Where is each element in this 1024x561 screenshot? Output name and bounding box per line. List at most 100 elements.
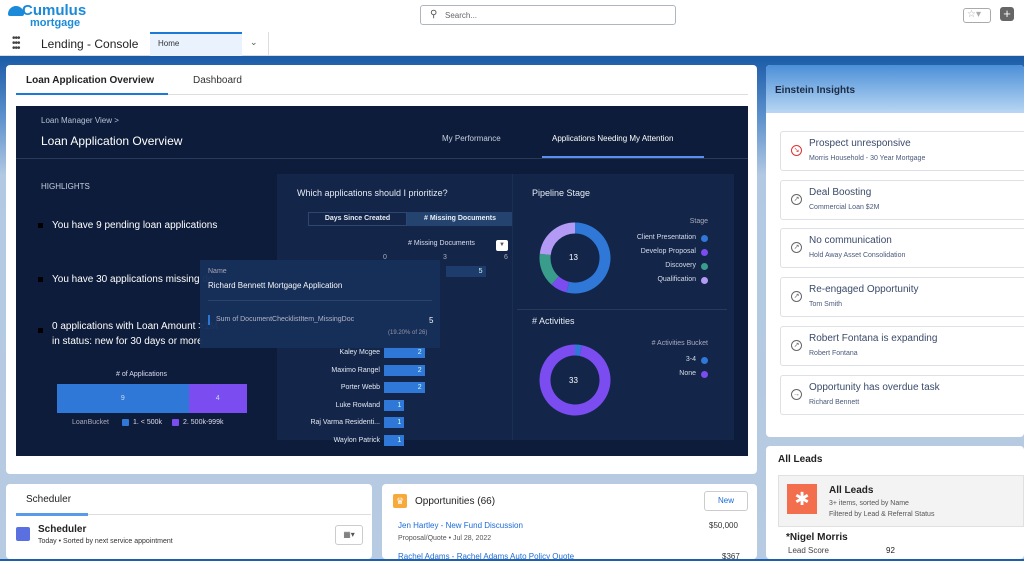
bar[interactable]: 2 [384,347,425,358]
einstein-header: Einstein Insights [766,65,1024,113]
donut-slice[interactable] [574,344,582,356]
bar-label: Maximo Rangel [331,366,380,374]
lead-icon: ✱ [787,484,817,514]
tab-my-performance[interactable]: My Performance [442,134,501,143]
view-dropdown-button[interactable]: ▦▾ [335,525,363,545]
insight-item[interactable]: ↗ No communication Hold Away Asset Consoli… [780,228,1024,269]
tooltip-name: Richard Bennett Mortgage Application [208,281,343,290]
opportunity-link[interactable]: Jen Hartley - New Fund Discussion [398,521,523,530]
legend-item[interactable]: Develop Proposal [641,248,696,255]
legend-swatch [701,357,708,364]
divider [208,300,432,301]
scheduler-subtitle: Today • Sorted by next service appointme… [38,538,173,545]
list-view-tile[interactable]: ✱ All Leads 3+ items, sorted by Name Fil… [778,475,1024,527]
highlight-item: You have 9 pending loan applications [52,220,218,231]
tab-applications-needing-attention[interactable]: Applications Needing My Attention [552,134,673,143]
legend-item[interactable]: 2. 500k-999k [183,419,223,426]
tab-home[interactable]: Home [150,32,242,56]
brand-logo[interactable]: Cumulus mortgage [8,2,88,30]
bar[interactable]: 1 [384,417,405,428]
insight-item[interactable]: ↘ Prospect unresponsive Morris Household -… [780,131,1024,171]
divider [16,158,748,159]
global-header: Cumulus mortgage ⚲ Search... ☆▾ + [0,0,1024,32]
lead-score-value: 92 [886,546,895,555]
bar[interactable]: 5 [446,266,486,277]
tooltip-percent: (19.20% of 26) [388,330,428,336]
legend-item[interactable]: Qualification [657,276,696,283]
einstein-insights-card: Einstein Insights ↘ Prospect unresponsive… [766,65,1024,437]
dashboard-panel: Loan Manager View > Loan Application Ove… [16,106,748,456]
calendar-icon [16,527,30,541]
legend-item[interactable]: None [679,370,696,377]
bar[interactable]: 1 [384,434,405,446]
highlight-item: You have 30 applications missing do [52,274,214,285]
main-card: Loan Application Overview Dashboard Loan… [6,65,757,474]
sort-dropdown-button[interactable]: ▼ [496,240,508,251]
opportunity-link[interactable]: Rachel Adams - Rachel Adams Auto Policy … [398,552,574,561]
donut-slice[interactable] [539,253,560,285]
stacked-bar-segment[interactable]: 9 [57,384,189,413]
divider [517,309,727,310]
chart-title: Which applications should I prioritize? [297,188,448,198]
app-launcher-icon[interactable]: ••• ••• ••• [12,34,20,54]
stacked-bar-segment[interactable]: 4 [188,384,247,413]
insight-subtitle: Commercial Loan $2M [809,203,880,211]
donut-slice[interactable] [539,222,576,256]
insight-subtitle: Morris Household - 30 Year Mortgage [809,155,926,162]
app-name: Lending - Console [41,37,139,51]
legend-title: # Activities Bucket [651,340,708,347]
divider [168,94,748,95]
legend-swatch [701,371,708,378]
active-tab-indicator [16,93,168,95]
arrow-right-icon: → [791,388,802,400]
legend-item[interactable]: Client Presentation [637,234,696,241]
insight-item[interactable]: → Opportunity has overdue task Richard Ben… [780,374,1024,415]
brand-subname: mortgage [30,17,81,29]
trend-up-icon: ↗ [791,291,802,303]
divider [268,32,269,56]
legend-swatch [172,419,179,426]
search-placeholder: Search... [445,11,478,20]
insight-item[interactable]: ↗ Deal Boosting Commercial Loan $2M [780,179,1024,220]
insight-item[interactable]: ↗ Robert Fontana is expanding Robert Fonta… [780,325,1024,366]
bullet [38,223,43,228]
chevron-down-icon[interactable]: ⌄ [250,37,258,48]
trend-up-icon: ↗ [791,339,802,351]
legend-item[interactable]: Discovery [665,262,696,269]
tab-dashboard[interactable]: Dashboard [193,75,242,86]
bar-label: Raj Varma Residenti... [310,419,380,426]
axis-tick: 3 [443,254,447,261]
insight-title: Re-engaged Opportunity [809,284,919,296]
legend-item[interactable]: 3-4 [686,356,696,363]
trend-up-icon: ↗ [791,193,802,205]
toggle-days-since-created[interactable]: Days Since Created [308,212,407,226]
lead-name-link[interactable]: *Nigel Morris [786,532,848,543]
divider [512,174,513,440]
toggle-label: Days Since Created [324,215,391,222]
search-input[interactable]: ⚲ Search... [420,5,676,25]
insight-item[interactable]: ↗ Re-engaged Opportunity Tom Smith [780,277,1024,318]
legend-swatch [701,277,708,284]
insight-subtitle: Tom Smith [809,301,843,309]
einstein-title: Einstein Insights [775,85,856,96]
bar[interactable]: 1 [384,399,405,411]
tab-loan-application-overview[interactable]: Loan Application Overview [26,75,154,86]
add-icon[interactable]: + [1000,7,1014,21]
new-button[interactable]: New [704,491,748,511]
bar[interactable]: 2 [384,382,425,393]
breadcrumb[interactable]: Loan Manager View > [41,116,119,125]
opportunity-amount: $50,000 [709,521,738,530]
tab-scheduler[interactable]: Scheduler [26,494,71,505]
bar[interactable]: 2 [384,364,425,376]
list-view-filter: Filtered by Lead & Referral Status [829,511,935,518]
legend-swatch [122,419,129,426]
donut-slice[interactable] [551,276,570,293]
tab-home-label: Home [158,39,180,48]
favorites-button[interactable]: ☆▾ [963,8,991,23]
legend-item[interactable]: 1. < 500k [133,419,162,426]
insight-title: Deal Boosting [809,186,872,198]
insight-title: Opportunity has overdue task [809,381,940,393]
opportunity-amount: $367 [722,552,740,561]
toggle-missing-documents[interactable]: # Missing Documents [407,212,513,226]
insight-subtitle: Hold Away Asset Consolidation [809,252,906,260]
